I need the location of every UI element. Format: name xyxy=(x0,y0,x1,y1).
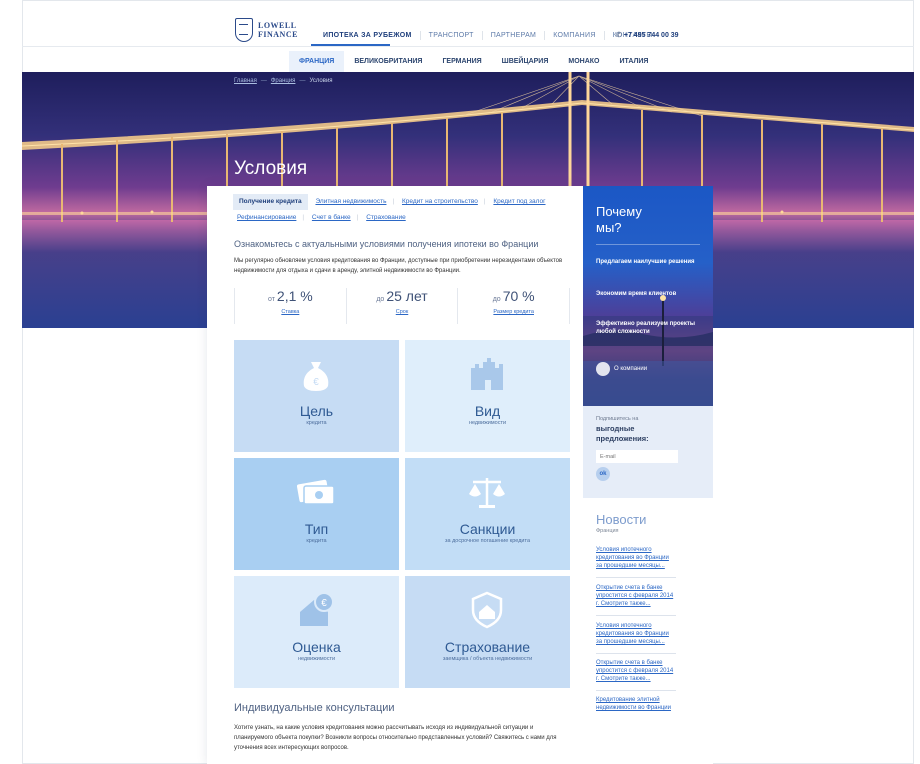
subtab-insurance[interactable]: Страхование xyxy=(362,210,410,226)
tile-property-type[interactable]: Вид недвижимости xyxy=(405,340,570,452)
intro-text: Мы регулярно обновляем условия кредитова… xyxy=(234,258,563,274)
arrow-circle-icon xyxy=(596,362,610,376)
house-euro-icon: € xyxy=(300,592,334,626)
scales-icon xyxy=(469,478,505,508)
why-item: Эффективно реализуем проекты любой сложн… xyxy=(596,321,695,335)
country-tab-germany[interactable]: ГЕРМАНИЯ xyxy=(432,51,491,74)
svg-text:€: € xyxy=(313,377,319,388)
logo[interactable]: LOWELL FINANCE xyxy=(235,18,298,42)
top-navigation: ИПОТЕКА ЗА РУБЕЖОМ ТРАНСПОРТ ПАРТНЕРАМ К… xyxy=(313,31,661,40)
news-item[interactable]: Кредитование элитной недвижимости во Фра… xyxy=(596,696,676,712)
banknotes-icon xyxy=(296,479,335,505)
country-tab-switzerland[interactable]: ШВЕЙЦАРИЯ xyxy=(492,51,559,74)
topnav-mortgage-abroad[interactable]: ИПОТЕКА ЗА РУБЕЖОМ xyxy=(313,31,420,40)
tile-valuation[interactable]: € Оценка недвижимости xyxy=(234,576,399,688)
breadcrumb-home[interactable]: Главная xyxy=(234,78,257,84)
topnav-transport[interactable]: ТРАНСПОРТ xyxy=(419,31,482,40)
why-item: Экономим время клиентов xyxy=(596,291,677,297)
stat-rate-link[interactable]: Ставка xyxy=(235,309,346,315)
breadcrumb-current: Условия xyxy=(309,78,333,84)
phone-icon: ✆ xyxy=(616,32,622,39)
money-bag-icon: € xyxy=(303,362,329,391)
logo-text: LOWELL FINANCE xyxy=(258,21,298,39)
news-panel: Новости Франция Условия ипотечного креди… xyxy=(583,498,713,764)
news-divider xyxy=(596,577,676,578)
tile-purpose[interactable]: € Цель кредита xyxy=(234,340,399,452)
subtab-loan[interactable]: Получение кредита xyxy=(233,194,308,210)
topnav-partners[interactable]: ПАРТНЕРАМ xyxy=(481,31,544,40)
stat-rate: от 2,1 % Ставка xyxy=(234,288,346,324)
email-field[interactable] xyxy=(596,450,678,463)
subscribe-label: Подпишитесь на xyxy=(596,416,639,422)
subtab-secured-loan[interactable]: Кредит под залог xyxy=(489,194,549,210)
phone-number[interactable]: ✆ +7 495 744 00 39 xyxy=(616,31,679,39)
country-tab-italy[interactable]: ИТАЛИЯ xyxy=(609,51,658,74)
about-company-link[interactable]: О компании xyxy=(596,362,647,376)
sidebar: Почему мы? Предлагаем наилучшие решения … xyxy=(583,186,713,764)
stat-loan-size: до 70 % Размер кредита xyxy=(457,288,571,324)
subscribe-panel: Подпишитесь на выгодные предложения: ok xyxy=(583,406,713,498)
news-item[interactable]: Открытие счета в банке упростится с февр… xyxy=(596,659,676,683)
castle-icon xyxy=(471,358,503,390)
tile-loan-type[interactable]: Тип кредита xyxy=(234,458,399,570)
header-divider xyxy=(22,46,914,47)
news-item[interactable]: Условия ипотечного кредитования во Франц… xyxy=(596,622,676,646)
news-divider xyxy=(596,615,676,616)
stat-loan-size-link[interactable]: Размер кредита xyxy=(458,309,569,315)
shield-house-icon xyxy=(471,591,503,629)
tile-sanctions[interactable]: Санкции за досрочное погашение кредита xyxy=(405,458,570,570)
subtab-bank-account[interactable]: Счет в банке xyxy=(308,210,355,226)
country-tab-uk[interactable]: ВЕЛИКОБРИТАНИЯ xyxy=(344,51,432,74)
tile-insurance[interactable]: Страхование заемщика / объекта недвижимо… xyxy=(405,576,570,688)
svg-text:€: € xyxy=(321,598,327,609)
subscribe-button[interactable]: ok xyxy=(596,467,610,481)
why-item: Предлагаем наилучшие решения xyxy=(596,259,695,265)
news-item[interactable]: Открытие счета в банке упростится с февр… xyxy=(596,584,676,608)
news-item[interactable]: Условия ипотечного кредитования во Франц… xyxy=(596,546,676,570)
breadcrumb: Главная — Франция — Условия xyxy=(234,78,333,84)
country-navigation: ФРАНЦИЯ ВЕЛИКОБРИТАНИЯ ГЕРМАНИЯ ШВЕЙЦАРИ… xyxy=(289,51,658,74)
stats-row: от 2,1 % Ставка до 25 лет Срок до 70 % Разм… xyxy=(234,288,571,324)
page-title: Условия xyxy=(234,158,308,179)
consult-heading: Индивидуальные консультации xyxy=(234,702,395,714)
news-subheading: Франция xyxy=(596,528,619,534)
news-divider xyxy=(596,690,676,691)
why-us-heading: Почему мы? xyxy=(596,204,642,235)
intro-heading: Ознакомьтесь с актуальными условиями пол… xyxy=(234,239,539,249)
country-tab-france[interactable]: ФРАНЦИЯ xyxy=(289,51,345,74)
crest-icon xyxy=(235,18,253,42)
subtab-elite-property[interactable]: Элитная недвижимость xyxy=(311,194,390,210)
breadcrumb-france[interactable]: Франция xyxy=(271,78,296,84)
stat-term-link[interactable]: Срок xyxy=(347,309,458,315)
main-content-card: Получение кредита Элитная недвижимость | … xyxy=(207,186,584,764)
news-divider xyxy=(596,653,676,654)
subtabs: Получение кредита Элитная недвижимость | … xyxy=(233,194,573,226)
why-us-divider xyxy=(596,244,700,245)
topnav-company[interactable]: КОМПАНИЯ xyxy=(544,31,604,40)
consult-text: Хотите узнать, на какие условия кредитов… xyxy=(234,725,557,751)
subtab-refinancing[interactable]: Рефинансирование xyxy=(233,210,300,226)
subtab-construction-loan[interactable]: Кредит на строительство xyxy=(398,194,482,210)
country-tab-monaco[interactable]: МОНАКО xyxy=(558,51,609,74)
stat-term: до 25 лет Срок xyxy=(345,288,458,324)
subscribe-heading: выгодные предложения: xyxy=(596,424,649,443)
news-heading: Новости xyxy=(596,512,647,527)
why-us-panel: Почему мы? Предлагаем наилучшие решения … xyxy=(583,186,713,406)
